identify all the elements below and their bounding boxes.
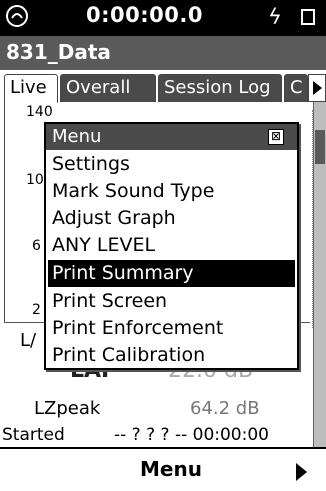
close-icon[interactable]: ⊠ [268, 129, 284, 145]
scrollbar-thumb[interactable] [315, 130, 325, 164]
lzpeak-value: 64.2 dB [190, 398, 260, 419]
vertical-scrollbar[interactable] [313, 102, 326, 447]
started-value: -- ? ? ? -- 00:00:00 [114, 425, 269, 445]
tab-partial[interactable]: C [284, 74, 308, 102]
play-arrow-icon[interactable] [296, 463, 307, 481]
menu-popup-title-bar: Menu ⊠ [46, 124, 297, 150]
tab-scroll-right-arrow[interactable] [308, 74, 326, 102]
started-label: Started [2, 425, 65, 445]
menu-item-adjust-graph[interactable]: Adjust Graph [48, 205, 295, 232]
chevron-right-icon [312, 81, 322, 95]
lightning-icon: ϟ [268, 5, 282, 29]
menu-item-any-level[interactable]: ANY LEVEL [48, 232, 295, 259]
menu-item-mark-sound-type[interactable]: Mark Sound Type [48, 178, 295, 205]
menu-popup-title: Menu [52, 126, 102, 147]
bottom-softkey-bar: Menu [0, 447, 326, 491]
menu-popup: Menu ⊠ Settings Mark Sound Type Adjust G… [44, 122, 299, 370]
status-bar: 0:00:00.0 ϟ [0, 0, 326, 36]
file-title-bar: 831_Data [0, 36, 326, 70]
menu-item-print-summary[interactable]: Print Summary [48, 260, 295, 287]
la-label: L/ [20, 330, 37, 351]
battery-icon [301, 9, 315, 25]
menu-item-print-screen[interactable]: Print Screen [48, 288, 295, 315]
elapsed-timer: 0:00:00.0 [86, 3, 203, 27]
menu-item-print-enforcement[interactable]: Print Enforcement [48, 315, 295, 342]
sensor-icon [6, 5, 28, 27]
tab-live[interactable]: Live [4, 74, 58, 103]
menu-softkey-button[interactable]: Menu [140, 457, 202, 481]
menu-item-print-calibration[interactable]: Print Calibration [48, 342, 295, 369]
menu-item-settings[interactable]: Settings [48, 151, 295, 178]
file-title: 831_Data [6, 40, 111, 64]
lzpeak-label: LZpeak [34, 398, 101, 419]
tab-bar: Live Overall Session Log C [0, 70, 326, 103]
tab-session-log[interactable]: Session Log [158, 74, 282, 102]
tab-overall[interactable]: Overall [60, 74, 156, 102]
